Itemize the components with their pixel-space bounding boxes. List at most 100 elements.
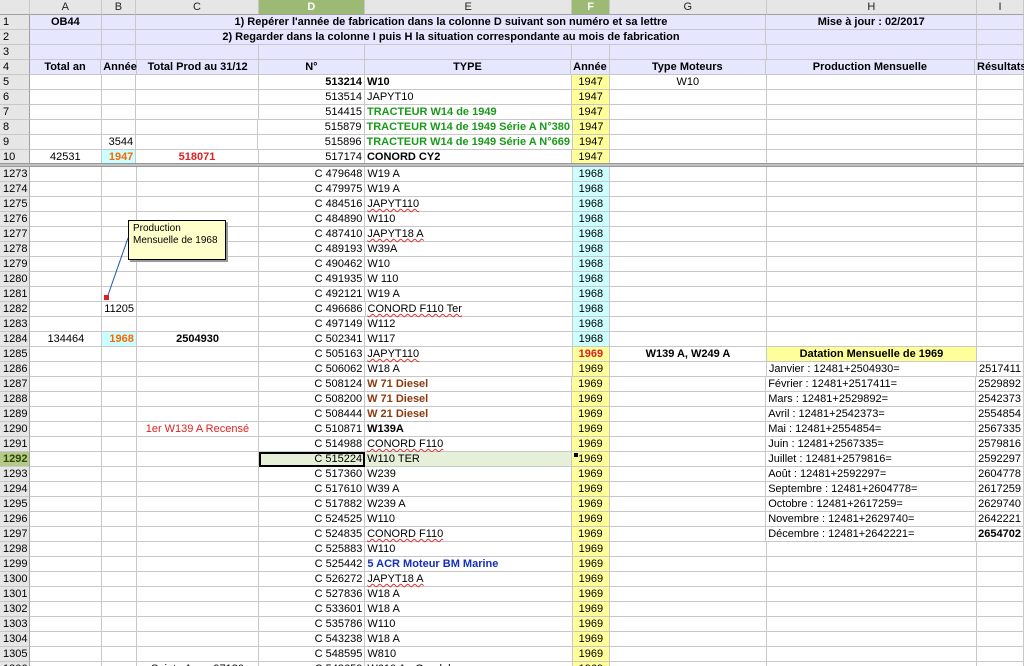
cell-g[interactable]: [610, 257, 767, 272]
cell-c[interactable]: 2504930: [136, 332, 260, 347]
cell-f[interactable]: 1969: [572, 617, 611, 632]
cell-e[interactable]: CONORD F110 Ter: [365, 302, 573, 317]
cell-b[interactable]: [102, 287, 137, 302]
cell-i[interactable]: [977, 572, 1024, 587]
cell-a[interactable]: [30, 632, 103, 647]
cell-i[interactable]: [977, 197, 1024, 212]
row-header[interactable]: 1276: [0, 212, 31, 227]
cell-f[interactable]: 1969: [572, 422, 610, 437]
cell-b[interactable]: [102, 182, 137, 197]
row-header[interactable]: 1275: [0, 197, 31, 212]
cell-a[interactable]: [30, 587, 103, 602]
cell-g[interactable]: [609, 452, 767, 467]
cell-h[interactable]: [766, 287, 977, 302]
row-header[interactable]: 1281: [0, 287, 31, 302]
row-header[interactable]: 2: [0, 30, 30, 45]
cell-e[interactable]: W 21 Diesel: [365, 407, 573, 422]
cell-e[interactable]: W239 A: [365, 497, 573, 512]
cell-e[interactable]: W10: [365, 257, 573, 272]
cell-h[interactable]: [766, 647, 977, 662]
cell-e[interactable]: W112: [365, 317, 573, 332]
update-date[interactable]: Mise à jour : 02/2017: [766, 15, 977, 30]
cell-b[interactable]: [102, 272, 137, 287]
spreadsheet[interactable]: A B C D E F G H I 1 OB44 1) Repérer l'année de fabr…: [0, 0, 1024, 666]
cell-i[interactable]: [977, 302, 1024, 317]
cell-c[interactable]: [136, 557, 260, 572]
cell-a[interactable]: [30, 542, 103, 557]
cell-h[interactable]: Mai : 12481+2554854=: [766, 422, 977, 437]
cell-e[interactable]: W10: [364, 75, 573, 90]
cell[interactable]: [976, 15, 1024, 30]
cell-b[interactable]: [102, 407, 137, 422]
cell-c[interactable]: 1er W139 A Recensé: [136, 422, 260, 437]
cell-d[interactable]: C 548595: [259, 647, 366, 662]
cell-e[interactable]: JAPYT18 A: [365, 572, 573, 587]
cell-g[interactable]: [609, 90, 767, 105]
cell-f[interactable]: 1947: [573, 120, 611, 135]
cell-i[interactable]: [977, 587, 1024, 602]
row-header[interactable]: 1288: [0, 392, 31, 407]
cell-d[interactable]: C 492121: [259, 287, 366, 302]
cell-c[interactable]: [136, 392, 260, 407]
cell-d[interactable]: C 517882: [259, 497, 366, 512]
column-header-a[interactable]: A: [29, 0, 102, 15]
cell-i[interactable]: 2567335: [976, 422, 1024, 437]
cell-c[interactable]: [136, 347, 260, 362]
cell-g[interactable]: [609, 377, 767, 392]
cell-e[interactable]: W19 A: [365, 287, 573, 302]
cell-f[interactable]: 1947: [573, 135, 611, 150]
cell-i[interactable]: [977, 120, 1024, 135]
cell-i[interactable]: [977, 257, 1024, 272]
cell-f[interactable]: 1947: [572, 75, 610, 90]
cell-a[interactable]: [30, 557, 103, 572]
row-header[interactable]: 1306: [0, 662, 31, 666]
cell-d[interactable]: 513514: [258, 90, 365, 105]
cell-e[interactable]: W610 A - Guadeloupe: [365, 662, 573, 666]
cell-d[interactable]: C 533601: [259, 602, 366, 617]
cell-c[interactable]: [136, 272, 260, 287]
row-header[interactable]: 1302: [0, 602, 31, 617]
cell-e[interactable]: JAPYT10: [364, 90, 573, 105]
cell[interactable]: [136, 45, 259, 60]
cell-i[interactable]: [977, 542, 1024, 557]
column-header-i[interactable]: I: [976, 0, 1024, 15]
cell-b[interactable]: [102, 617, 137, 632]
column-header-c[interactable]: C: [136, 0, 259, 15]
cell-f[interactable]: 1969: [572, 572, 611, 587]
cell-e[interactable]: JAPYT18 A: [365, 227, 573, 242]
row-header[interactable]: 1283: [0, 317, 31, 332]
cell-b[interactable]: [102, 437, 137, 452]
cell-b[interactable]: [102, 482, 137, 497]
cell-a[interactable]: [30, 527, 103, 542]
cell-a[interactable]: [30, 212, 103, 227]
cell-h[interactable]: Août : 12481+2592297=: [766, 467, 977, 482]
cell-g[interactable]: [610, 587, 767, 602]
cell-b[interactable]: [102, 377, 137, 392]
cell-i[interactable]: [977, 347, 1024, 362]
row-header[interactable]: 1294: [0, 482, 31, 497]
cell-d[interactable]: C 526272: [259, 572, 366, 587]
cell-i[interactable]: 2642221: [976, 512, 1024, 527]
cell[interactable]: [977, 45, 1024, 60]
cell-f[interactable]: 1969: [572, 632, 611, 647]
cell-c[interactable]: [136, 90, 259, 105]
cell-e[interactable]: TRACTEUR W14 de 1949 Série A N°669: [364, 135, 574, 150]
row-header[interactable]: 1289: [0, 407, 31, 422]
cell-e[interactable]: W810: [365, 647, 573, 662]
cell-e[interactable]: CONORD F110: [365, 527, 573, 542]
cell[interactable]: [29, 30, 102, 45]
cell-c[interactable]: [136, 437, 260, 452]
cell-c[interactable]: [136, 572, 260, 587]
cell-e[interactable]: W18 A: [365, 602, 573, 617]
column-header-f[interactable]: F: [572, 0, 610, 15]
cell-b[interactable]: 11205: [102, 302, 138, 317]
cell-g[interactable]: [610, 542, 767, 557]
cell-g[interactable]: [610, 182, 767, 197]
cell-c[interactable]: [136, 587, 260, 602]
cell[interactable]: [766, 45, 978, 60]
cell-c[interactable]: [136, 182, 260, 197]
cell-a[interactable]: [29, 90, 102, 105]
column-title-c[interactable]: Total Prod au 31/12: [137, 60, 260, 75]
cell-e[interactable]: TRACTEUR W14 de 1949 Série A N°380: [364, 120, 574, 135]
cell-h[interactable]: [766, 587, 977, 602]
